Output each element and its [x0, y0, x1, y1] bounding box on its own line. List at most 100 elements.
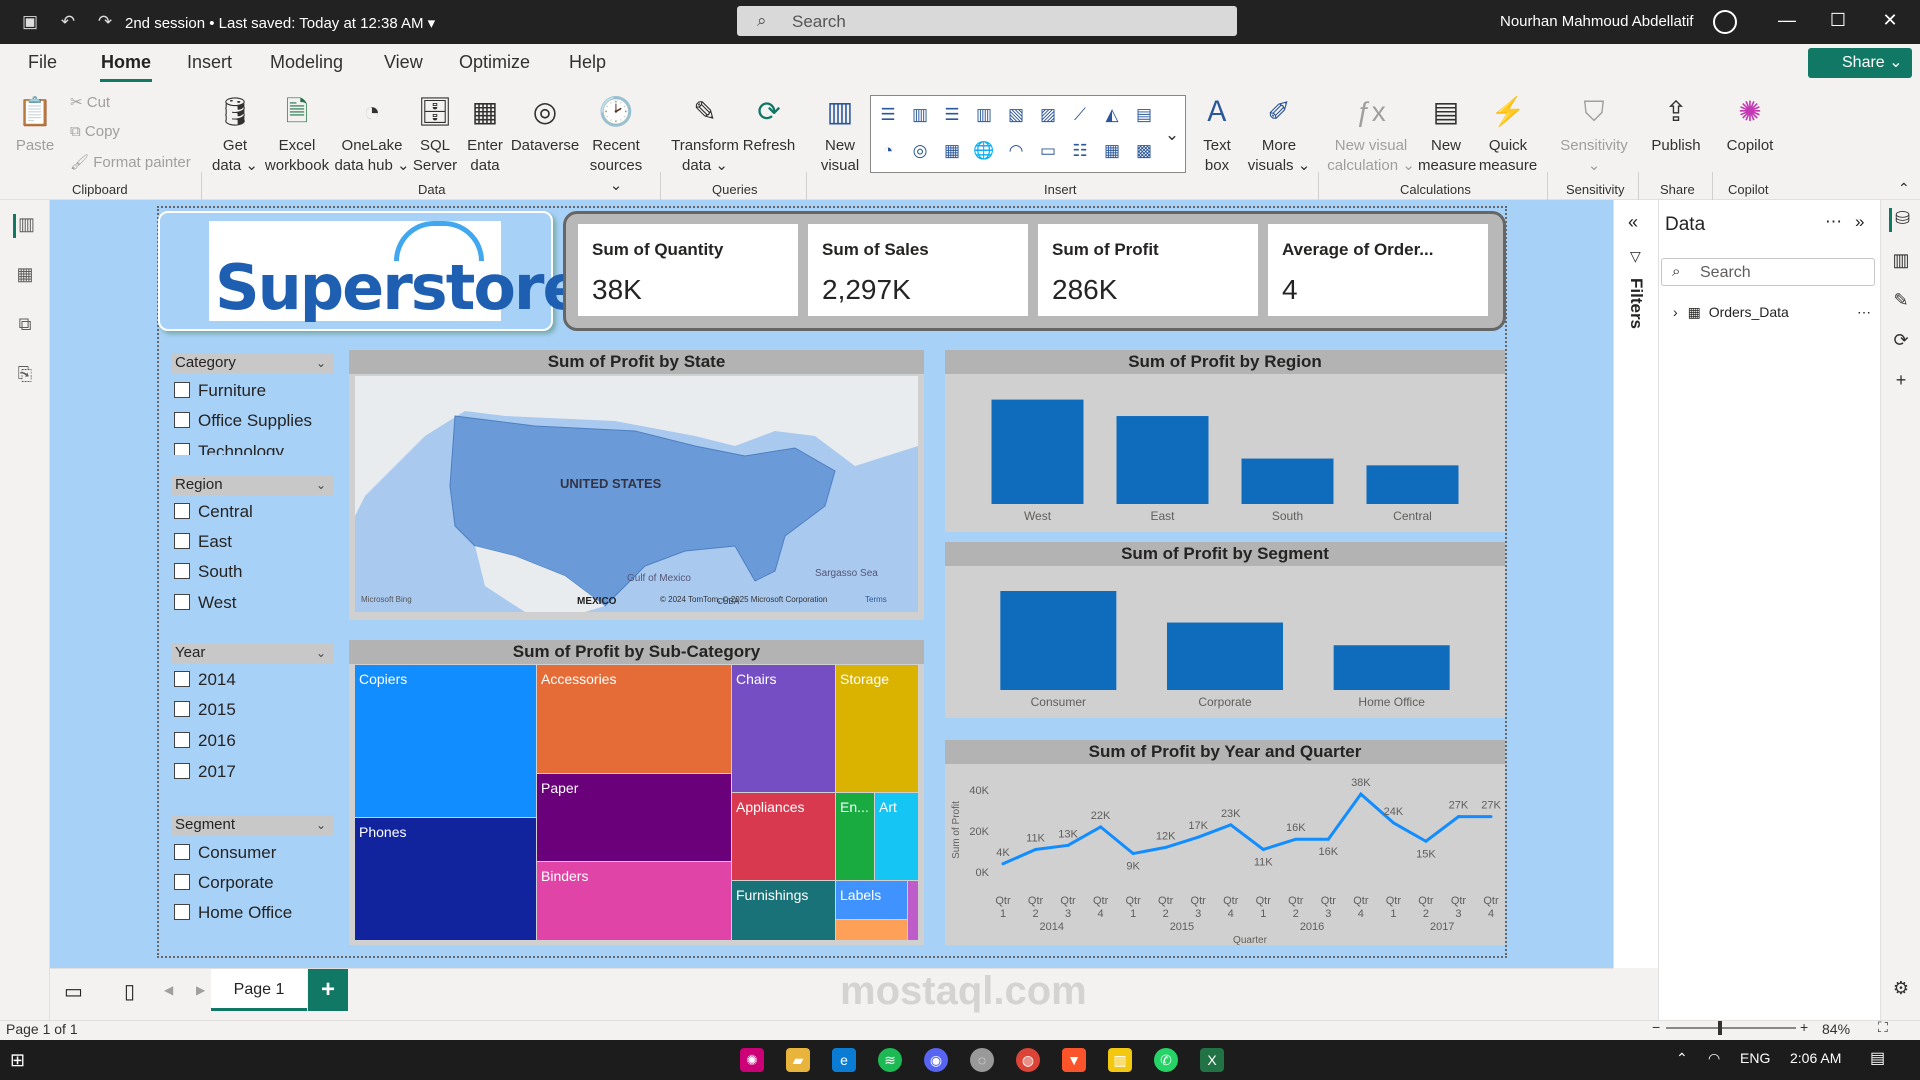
- slicer-icon[interactable]: ☷: [1069, 140, 1091, 162]
- dataverse-button[interactable]: ◎ Dataverse: [508, 92, 582, 156]
- treemap-tile[interactable]: Labels: [836, 881, 907, 919]
- sync-slicers-icon[interactable]: ⟳: [1889, 330, 1913, 354]
- area-chart-icon[interactable]: ◭: [1101, 104, 1123, 126]
- slicer-item[interactable]: Central: [171, 499, 334, 523]
- line-chart-visual[interactable]: Sum of Profit by Year and Quarter 0K 20K 4…: [945, 740, 1505, 945]
- treemap-tile[interactable]: Paper: [537, 774, 731, 861]
- recent-sources-button[interactable]: 🕑 Recent sources ⌄: [584, 92, 648, 196]
- matrix-icon[interactable]: ▩: [1133, 140, 1155, 162]
- treemap-tile[interactable]: Storage: [836, 665, 918, 792]
- settings-icon[interactable]: ⚙: [1889, 978, 1913, 1002]
- treemap-tile[interactable]: Furnishings: [732, 881, 835, 940]
- slicer-item[interactable]: South: [171, 559, 334, 583]
- prev-page-icon[interactable]: ◀: [164, 983, 173, 997]
- chrome-icon[interactable]: ◍: [1016, 1048, 1040, 1072]
- menu-optimize[interactable]: Optimize: [459, 52, 530, 73]
- stacked-bar-icon[interactable]: ☰: [877, 104, 899, 126]
- transform-data-button[interactable]: ✎ Transform data ⌄: [670, 92, 740, 176]
- edge-icon[interactable]: e: [832, 1048, 856, 1072]
- avatar-icon[interactable]: [1713, 10, 1737, 34]
- language-indicator[interactable]: ENG: [1740, 1050, 1770, 1066]
- collapse-ribbon-icon[interactable]: ⌃: [1898, 180, 1910, 197]
- dax-query-view-icon[interactable]: ⎘: [13, 364, 37, 388]
- clustered-bar-icon[interactable]: ☰: [941, 104, 963, 126]
- wifi-icon[interactable]: ◠: [1708, 1050, 1720, 1067]
- treemap-tile[interactable]: Binders: [537, 862, 731, 940]
- line-chart-icon[interactable]: ⟋: [1069, 104, 1091, 126]
- clustered-column-icon[interactable]: ▥: [973, 104, 995, 126]
- copilot-button[interactable]: ✺ Copilot: [1720, 92, 1780, 156]
- mobile-layout-icon[interactable]: ▯: [124, 979, 135, 1004]
- windows-start-icon[interactable]: ⊞: [10, 1050, 25, 1071]
- ribbon-chart-icon[interactable]: ▨: [1037, 104, 1059, 126]
- slicer-item[interactable]: Office Supplies: [171, 408, 334, 432]
- menu-insert[interactable]: Insert: [187, 52, 232, 73]
- pie-chart-icon[interactable]: ◔: [877, 140, 899, 162]
- chevron-up-icon[interactable]: ⌃: [1676, 1050, 1688, 1067]
- publish-button[interactable]: ⇪ Publish: [1646, 92, 1706, 156]
- gauge-icon[interactable]: ◠: [1005, 140, 1027, 162]
- copilot-taskbar-icon[interactable]: ✺: [740, 1048, 764, 1072]
- slicer-item[interactable]: Home Office: [171, 900, 334, 924]
- data-search-input[interactable]: ⌕ Search: [1661, 258, 1875, 286]
- menu-home[interactable]: Home: [101, 52, 151, 73]
- excel-taskbar-icon[interactable]: X: [1200, 1048, 1224, 1072]
- notifications-icon[interactable]: ▤: [1870, 1048, 1885, 1068]
- menu-help[interactable]: Help: [569, 52, 606, 73]
- more-options-icon[interactable]: ⋯: [1825, 212, 1842, 232]
- zoom-in-icon[interactable]: +: [1800, 1019, 1808, 1035]
- kpi-card[interactable]: Sum of Profit 286K: [1038, 224, 1258, 316]
- kpi-card[interactable]: Sum of Sales 2,297K: [808, 224, 1028, 316]
- add-pane-icon[interactable]: +: [1889, 370, 1913, 394]
- paste-button[interactable]: 📋 Paste: [12, 92, 58, 156]
- expand-filters-icon[interactable]: «: [1628, 212, 1638, 233]
- get-data-button[interactable]: 🛢 Get data ⌄: [210, 92, 260, 176]
- slicer-header[interactable]: Segment ⌄: [171, 815, 334, 835]
- treemap-tile[interactable]: Copiers: [355, 665, 536, 817]
- kpi-card[interactable]: Average of Order... 4: [1268, 224, 1488, 316]
- new-visual-calculation-button[interactable]: ƒx New visual calculation ⌄: [1324, 92, 1418, 176]
- table-visual-icon[interactable]: ▦: [1101, 140, 1123, 162]
- waterfall-icon[interactable]: ▤: [1133, 104, 1155, 126]
- undo-icon[interactable]: ↶: [58, 12, 78, 32]
- map-terms-link[interactable]: Terms: [865, 595, 887, 604]
- report-view-icon[interactable]: ▥: [13, 214, 37, 238]
- zoom-slider[interactable]: [1666, 1027, 1796, 1029]
- collapse-pane-icon[interactable]: »: [1855, 212, 1864, 232]
- treemap-tile[interactable]: Chairs: [732, 665, 835, 792]
- copy-button[interactable]: ⧉ Copy: [70, 123, 120, 140]
- quick-measure-button[interactable]: ⚡ Quick measure: [1476, 92, 1540, 176]
- treemap-tile[interactable]: Appliances: [732, 793, 835, 880]
- close-icon[interactable]: ✕: [1878, 10, 1902, 31]
- whatsapp-icon[interactable]: ✆: [1154, 1048, 1178, 1072]
- table-item-orders[interactable]: › ▦ Orders_Data ⋯: [1673, 304, 1873, 321]
- card-icon[interactable]: ▭: [1037, 140, 1059, 162]
- treemap-icon[interactable]: ▦: [941, 140, 963, 162]
- model-view-icon[interactable]: ⧉: [13, 314, 37, 338]
- table-view-icon[interactable]: ▦: [13, 264, 37, 288]
- text-box-button[interactable]: Ａ Text box: [1190, 92, 1244, 176]
- new-visual-button[interactable]: ▥ New visual: [814, 92, 866, 176]
- menu-modeling[interactable]: Modeling: [270, 52, 343, 73]
- segment-bar-visual[interactable]: Sum of Profit by Segment Consumer Corpora…: [945, 542, 1505, 718]
- share-button[interactable]: Share ⌄: [1808, 48, 1912, 78]
- file-title[interactable]: 2nd session • Last saved: Today at 12:38…: [125, 14, 435, 32]
- slicer-item[interactable]: West: [171, 590, 334, 614]
- menu-file[interactable]: File: [28, 52, 57, 73]
- new-measure-button[interactable]: ▤ New measure: [1418, 92, 1476, 176]
- slicer-header[interactable]: Year ⌄: [171, 643, 334, 663]
- gallery-expand-icon[interactable]: ⌄: [1161, 124, 1183, 146]
- sql-server-button[interactable]: 🗄 SQL Server: [412, 92, 458, 176]
- data-pane-icon[interactable]: ⛁: [1889, 208, 1913, 232]
- slicer-header[interactable]: Region ⌄: [171, 475, 334, 495]
- brave-icon[interactable]: ▼: [1062, 1048, 1086, 1072]
- treemap-tile[interactable]: [836, 920, 907, 940]
- treemap-tile[interactable]: [908, 881, 918, 940]
- treemap-tile[interactable]: Accessories: [537, 665, 731, 773]
- onelake-button[interactable]: ◔ OneLake data hub ⌄: [334, 92, 410, 176]
- slicer-item[interactable]: Corporate: [171, 870, 334, 894]
- menu-view[interactable]: View: [384, 52, 423, 73]
- map-icon[interactable]: 🌐: [973, 140, 995, 162]
- maximize-icon[interactable]: ☐: [1826, 10, 1850, 31]
- zoom-thumb[interactable]: [1718, 1021, 1722, 1035]
